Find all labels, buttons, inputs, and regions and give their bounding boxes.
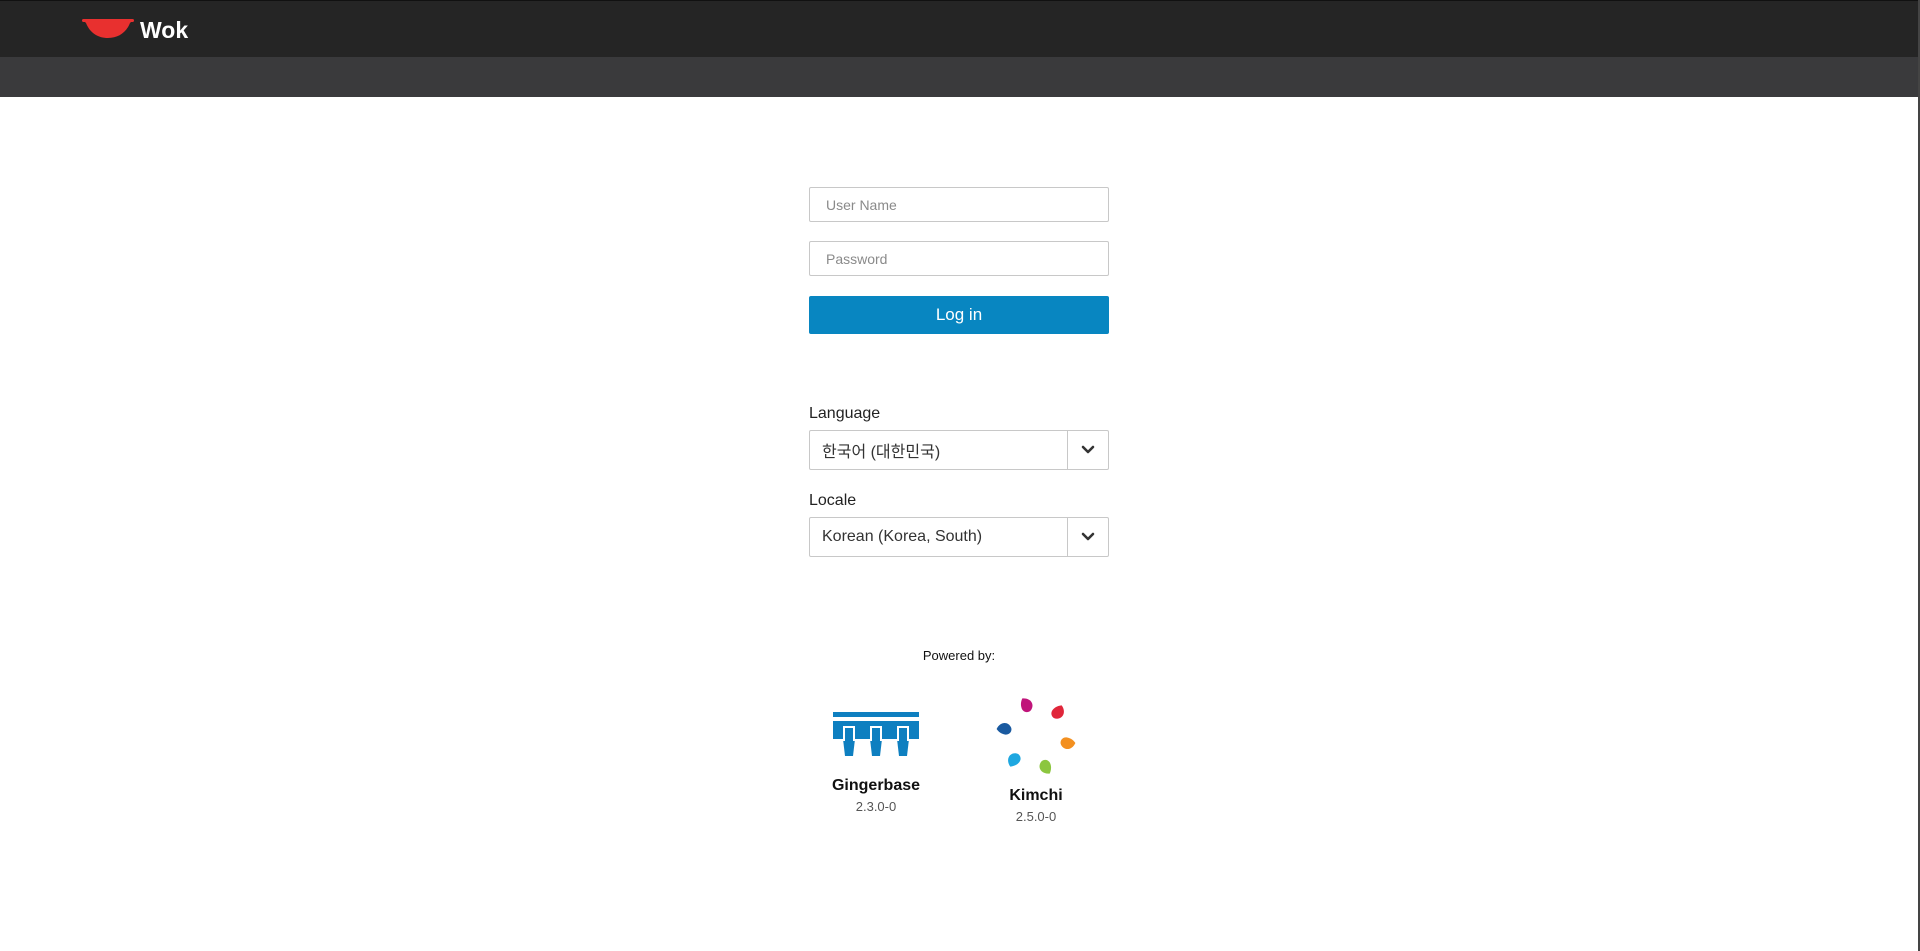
password-input[interactable]: [809, 241, 1109, 276]
plugin-version: 2.3.0-0: [855, 799, 897, 814]
locale-label: Locale: [809, 492, 857, 509]
powered-by-label: Powered by:: [922, 648, 996, 663]
locale-select[interactable]: Korean (Korea, South): [809, 517, 1109, 557]
plugin-name: Gingerbase: [831, 777, 921, 794]
language-label: Language: [809, 405, 881, 422]
wok-logo[interactable]: Wok: [82, 17, 188, 44]
wok-bowl-icon: [82, 17, 134, 44]
locale-selected-value: Korean (Korea, South): [822, 528, 983, 545]
plugin-gingerbase: Gingerbase 2.3.0-0: [816, 704, 936, 814]
language-select[interactable]: 한국어 (대한민국): [809, 430, 1109, 470]
chevron-down-icon[interactable]: [1067, 431, 1108, 469]
username-input[interactable]: [809, 187, 1109, 222]
gingerbase-logo-icon: [816, 704, 936, 765]
login-button[interactable]: Log in: [809, 296, 1109, 334]
chevron-down-icon[interactable]: [1067, 518, 1108, 556]
kimchi-logo-icon: [976, 692, 1096, 785]
app-title: Wok: [140, 17, 189, 43]
plugin-version: 2.5.0-0: [1015, 809, 1057, 824]
language-selected-value: 한국어 (대한민국): [822, 444, 941, 461]
secondary-navbar: [0, 57, 1918, 97]
plugin-kimchi: Kimchi 2.5.0-0: [976, 692, 1096, 824]
top-navbar: Wok: [0, 0, 1918, 57]
login-form: Log in Language 한국어 (대한민국) Locale Korean…: [809, 187, 1109, 557]
login-page: Wok Log in Language 한국어 (대한민국) Locale Ko…: [0, 0, 1920, 951]
plugin-name: Kimchi: [1009, 787, 1063, 804]
